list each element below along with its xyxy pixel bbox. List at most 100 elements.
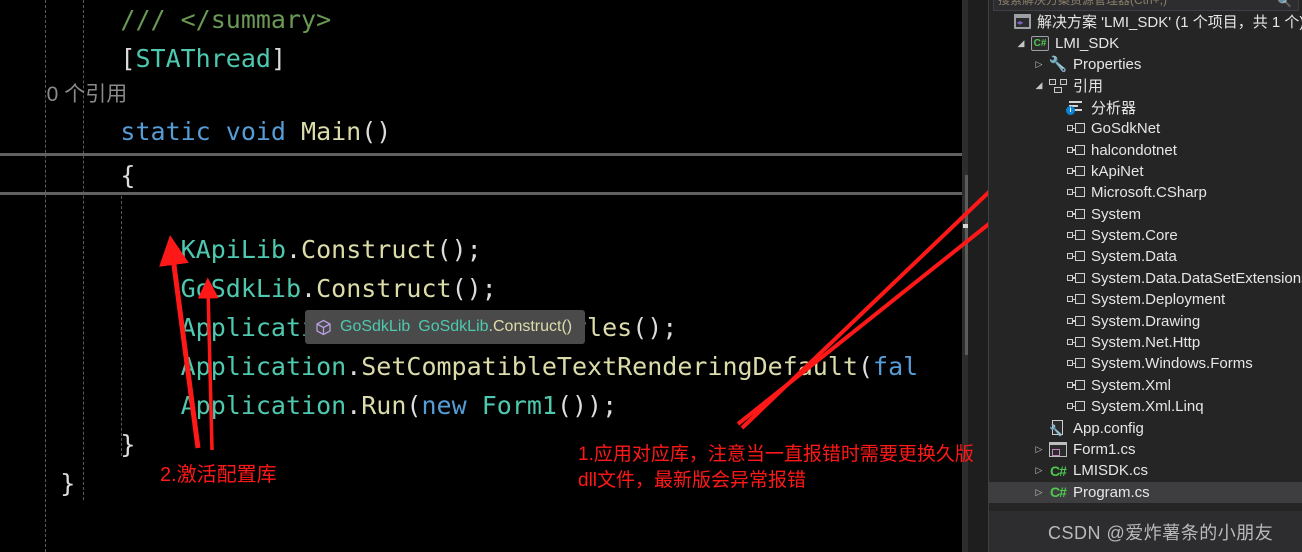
tree-item-system.deployment[interactable]: System.Deployment (989, 289, 1302, 310)
tree-item-system[interactable]: System (989, 204, 1302, 225)
code-token: static void (0, 117, 302, 146)
quick-info-tooltip: GoSdkLib GoSdkLib.Construct() (305, 310, 586, 344)
tree-item-form1.cs[interactable]: Form1.cs (989, 439, 1302, 460)
solution-explorer-search-input[interactable]: 搜索解决方案资源管理器(Ctrl+;) 🔍 (993, 0, 1299, 11)
code-line[interactable]: /// </summary> (0, 0, 968, 39)
tree-item-label: System.Drawing (1091, 312, 1201, 330)
csproj-icon: C# (1029, 35, 1051, 51)
assembly-icon (1065, 251, 1087, 262)
code-token: Main (301, 117, 362, 146)
tree-item-lmi_sdk11[interactable]: 解决方案 'LMI_SDK' (1 个项目，共 1 个) (989, 11, 1302, 32)
code-token: () (361, 117, 392, 146)
assembly-icon (1065, 315, 1087, 327)
code-line[interactable]: [STAThread] (0, 39, 968, 78)
tree-item-app.config[interactable]: 🔧 App.config (989, 417, 1302, 438)
code-token: new (421, 391, 482, 420)
tree-item-label: 引用 (1073, 78, 1104, 96)
tree-item-microsoft.csharp[interactable]: Microsoft.CSharp (989, 182, 1302, 203)
tree-item-halcondotnet[interactable]: halcondotnet (989, 139, 1302, 160)
code-token: fal (873, 352, 919, 381)
tree-item-[interactable]: i 分析器 (989, 97, 1302, 118)
code-token: . (301, 274, 317, 303)
tree-item-system.xml.linq[interactable]: System.Xml.Linq (989, 396, 1302, 417)
code-token: SetCompatibleTextRenderingDefault (361, 352, 858, 381)
code-token: . (346, 391, 362, 420)
tree-item-[interactable]: 引用 (989, 75, 1302, 96)
search-input-text: 搜索解决方案资源管理器(Ctrl+;) (998, 0, 1167, 7)
assembly-icon (1065, 144, 1087, 156)
tree-item-lmisdk.cs[interactable]: C# LMISDK.cs (989, 460, 1302, 481)
tree-item-label: LMISDK.cs (1073, 462, 1149, 480)
tree-item-label: System (1091, 205, 1142, 223)
csharp-icon: C# (1050, 462, 1067, 479)
tree-item-program.cs[interactable]: C# Program.cs (989, 481, 1302, 503)
annotation-line: dll文件，最新版会异常报错 (578, 470, 807, 491)
code-token: (); (632, 313, 678, 342)
code-token: [ (0, 44, 136, 73)
scrollbar-caret-marker (963, 224, 968, 228)
tree-item-label: System.Core (1091, 227, 1178, 245)
solution-tree[interactable]: 解决方案 'LMI_SDK' (1 个项目，共 1 个)C#LMI_SDK🔧Pr… (989, 11, 1302, 511)
search-icon[interactable]: 🔍 (1277, 0, 1292, 10)
references-icon (1047, 78, 1069, 93)
current-line-highlight (0, 153, 962, 195)
cube-icon (315, 319, 332, 336)
assembly-icon (1065, 208, 1087, 220)
tree-item-system.net.http[interactable]: System.Net.Http (989, 332, 1302, 353)
tree-item-properties[interactable]: 🔧 Properties (989, 54, 1302, 75)
code-token: Run (361, 391, 407, 420)
tree-item-system.drawing[interactable]: System.Drawing (989, 310, 1302, 331)
assembly-icon (1065, 165, 1087, 177)
tree-item-system.core[interactable]: System.Core (989, 225, 1302, 246)
code-line[interactable]: GoSdkLib.Construct(); (0, 269, 968, 308)
tree-item-label: Form1.cs (1073, 441, 1136, 458)
codelens-reference-count[interactable]: 0 个引用 (0, 78, 968, 112)
code-line[interactable]: Application.SetCompatibleTextRenderingDe… (0, 347, 968, 386)
assembly-icon (1065, 230, 1087, 241)
code-token: ()); (556, 391, 618, 420)
code-token: ( (857, 352, 874, 381)
code-token: Construct (301, 235, 437, 264)
chevron-down-icon[interactable] (1013, 33, 1029, 54)
code-token: Construct (316, 274, 452, 303)
tree-item-gosdknet[interactable]: GoSdkNet (989, 118, 1302, 139)
code-token: (); (436, 235, 482, 264)
tree-item-label: 解决方案 'LMI_SDK' (1 个项目，共 1 个) (1037, 14, 1302, 32)
csharp-icon: C# (1050, 484, 1067, 501)
tree-item-system.data.datasetextensions[interactable]: System.Data.DataSetExtensions (989, 268, 1302, 289)
assembly-icon (1065, 294, 1087, 305)
chevron-right-icon[interactable] (1031, 54, 1047, 75)
code-token: ( (406, 391, 422, 420)
code-token: (); (451, 274, 497, 303)
tree-item-label: System.Xml.Linq (1091, 398, 1204, 416)
code-token: Application (0, 391, 347, 420)
tree-item-label: 分析器 (1091, 99, 1137, 117)
chevron-right-icon[interactable] (1031, 439, 1047, 460)
assembly-icon (1065, 401, 1087, 412)
tree-item-label: kApiNet (1091, 162, 1144, 180)
tree-item-label: halcondotnet (1091, 141, 1177, 159)
code-token: Application (0, 313, 347, 342)
tree-item-system.xml[interactable]: System.Xml (989, 375, 1302, 396)
tree-item-system.windows.forms[interactable]: System.Windows.Forms (989, 353, 1302, 374)
tree-item-label: GoSdkNet (1091, 120, 1161, 138)
code-line[interactable]: KApiLib.Construct(); (0, 230, 968, 269)
annotation-activate-config-library: 2.激活配置库 (160, 464, 277, 486)
assembly-icon (1065, 358, 1087, 369)
chevron-right-icon[interactable] (1031, 460, 1047, 481)
assembly-icon (1065, 187, 1087, 198)
chevron-down-icon[interactable] (1031, 75, 1047, 96)
code-line[interactable]: static void Main() (0, 112, 968, 151)
solution-explorer-panel: 搜索解决方案资源管理器(Ctrl+;) 🔍 解决方案 'LMI_SDK' (1 … (988, 0, 1302, 552)
code-line[interactable]: Application.Run(new Form1()); (0, 386, 968, 425)
tree-item-label: Program.cs (1073, 483, 1150, 501)
code-token: Application (0, 352, 347, 381)
chevron-right-icon[interactable] (1031, 482, 1047, 503)
assembly-icon (1065, 123, 1087, 134)
tree-item-kapinet[interactable]: kApiNet (989, 161, 1302, 182)
tree-item-system.data[interactable]: System.Data (989, 246, 1302, 267)
scrollbar-thumb[interactable] (965, 175, 968, 355)
tree-item-label: LMI_SDK (1055, 34, 1120, 52)
code-token: . (346, 352, 362, 381)
tree-item-lmi_sdk[interactable]: C#LMI_SDK (989, 32, 1302, 53)
